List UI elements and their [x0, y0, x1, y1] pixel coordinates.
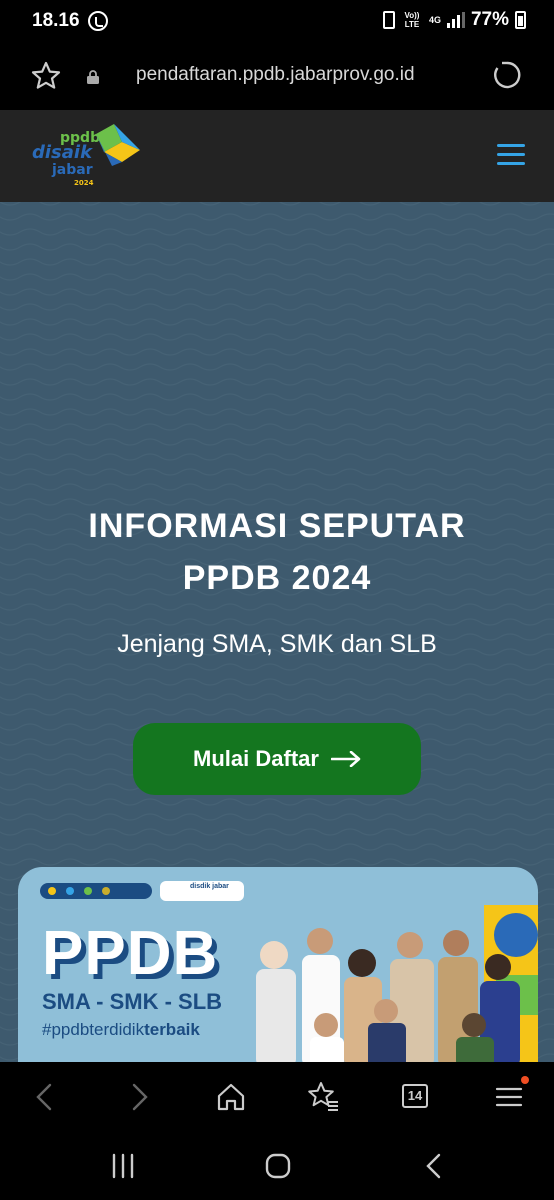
hero-subtitle: Jenjang SMA, SMK dan SLB — [117, 630, 437, 658]
wave-line — [0, 318, 554, 326]
home-button-icon[interactable] — [264, 1152, 292, 1180]
status-time: 18.16 — [32, 10, 80, 31]
signal-icon — [446, 12, 465, 28]
back-button-icon[interactable] — [422, 1152, 446, 1180]
wave-line — [0, 393, 554, 401]
wave-line — [0, 453, 554, 461]
lock-icon[interactable] — [86, 70, 100, 84]
wave-line — [0, 603, 554, 611]
banner-logos-text: disdik jabar — [190, 883, 229, 890]
wave-line — [0, 708, 554, 716]
wave-line — [0, 213, 554, 221]
wave-line — [0, 228, 554, 236]
volte-label: Vo)) LTE — [404, 11, 420, 29]
wave-line — [0, 798, 554, 806]
wave-line — [0, 828, 554, 836]
banner-dots-tag — [40, 883, 152, 899]
svg-text:jabar: jabar — [51, 162, 93, 178]
wave-line — [0, 408, 554, 416]
ppdb-banner[interactable]: disdik jabar PPDB SMA - SMK - SLB #ppdbt… — [18, 867, 538, 1062]
wave-line — [0, 858, 554, 866]
browser-toolbar: 14 — [0, 1062, 554, 1132]
hero-title: INFORMASI SEPUTAR PPDB 2024 — [0, 500, 554, 604]
sim-icon — [382, 11, 395, 29]
wave-line — [0, 243, 554, 251]
wave-line — [0, 333, 554, 341]
battery-percent: 77% — [470, 9, 509, 30]
tabs-icon[interactable]: 14 — [402, 1084, 428, 1108]
recent-apps-icon[interactable] — [110, 1152, 136, 1180]
wave-line — [0, 813, 554, 821]
arrow-right-icon — [330, 751, 361, 767]
wave-line — [0, 678, 554, 686]
banner-heading: PPDB — [42, 919, 219, 988]
hamburger-menu-icon[interactable] — [497, 144, 525, 168]
wave-line — [0, 693, 554, 701]
bookmarks-icon[interactable] — [306, 1080, 340, 1114]
system-navigation-bar — [0, 1132, 554, 1200]
hero-title-line2: PPDB 2024 — [182, 559, 372, 597]
wave-line — [0, 258, 554, 266]
reload-icon[interactable] — [492, 60, 522, 90]
bookmark-star-icon[interactable] — [30, 60, 62, 92]
wave-line — [0, 483, 554, 491]
wave-line — [0, 378, 554, 386]
wave-line — [0, 468, 554, 476]
browser-url-bar: pendaftaran.ppdb.jabarprov.go.id — [0, 44, 554, 110]
wave-line — [0, 288, 554, 296]
wave-line — [0, 438, 554, 446]
banner-levels: SMA - SMK - SLB — [42, 989, 223, 1014]
status-bar: 18.16 Vo)) LTE 4G 77% — [0, 0, 554, 44]
back-icon[interactable] — [28, 1080, 62, 1114]
wave-line — [0, 618, 554, 626]
ppdb-jabar-logo[interactable]: ppdb disaik jabar 2024 — [30, 124, 146, 190]
wave-line — [0, 663, 554, 671]
svg-text:disaik: disaik — [32, 142, 93, 163]
network-type-label: 4G — [428, 14, 441, 25]
wave-line — [0, 202, 542, 206]
svg-text:2024: 2024 — [74, 179, 94, 187]
wave-line — [0, 363, 554, 371]
forward-icon[interactable] — [122, 1080, 156, 1114]
wave-line — [0, 303, 554, 311]
hero-section: INFORMASI SEPUTAR PPDB 2024 Jenjang SMA,… — [0, 202, 554, 1062]
mulai-daftar-button[interactable]: Mulai Daftar — [133, 723, 421, 795]
cta-label: Mulai Daftar — [193, 746, 319, 771]
menu-icon[interactable] — [492, 1080, 526, 1114]
site-header: ppdb disaik jabar 2024 — [0, 110, 554, 202]
wave-line — [0, 843, 554, 851]
whatsapp-icon — [88, 11, 108, 31]
banner-hashtag: #ppdbterdidikterbaik — [42, 1020, 200, 1039]
wave-line — [0, 423, 554, 431]
notification-dot — [521, 1076, 529, 1084]
status-icons: Vo)) LTE 4G 77% — [382, 9, 526, 31]
hero-title-line1: INFORMASI SEPUTAR — [88, 507, 466, 545]
students-group-photo — [256, 905, 538, 1062]
url-field[interactable]: pendaftaran.ppdb.jabarprov.go.id — [136, 64, 415, 86]
wave-line — [0, 273, 554, 281]
wave-line — [0, 348, 554, 356]
battery-icon — [515, 11, 526, 29]
home-icon[interactable] — [214, 1080, 248, 1114]
